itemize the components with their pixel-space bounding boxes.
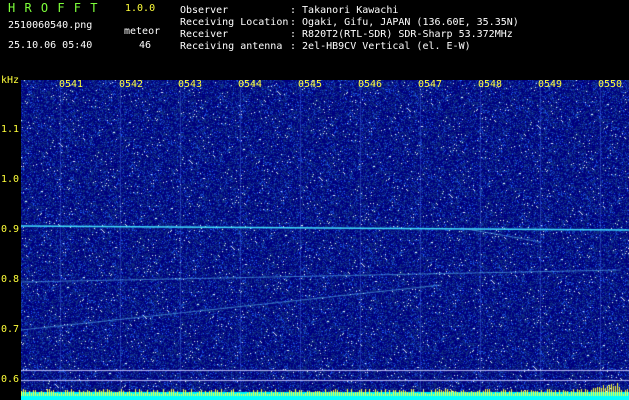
y-tick-label: 1.1 [1,124,20,135]
time-tick-label: 0546 [358,79,383,90]
time-tick-label: 0550 [598,79,623,90]
time-tick-label: 0548 [478,79,503,90]
y-tick-label: 0.8 [1,274,20,285]
time-tick-label: 0547 [418,79,443,90]
location-value: : Ogaki, Gifu, JAPAN (136.60E, 35.35N) [290,17,519,28]
antenna-value: : 2el-HB9CV Vertical (el. E-W) [290,41,471,52]
spectrogram-image [21,80,629,400]
time-tick-label: 0549 [538,79,563,90]
app-title: H R O F F T [8,1,99,15]
y-tick-label: 0.9 [1,224,20,235]
time-tick-label: 0545 [298,79,323,90]
location-label: Receiving Location [180,17,289,28]
file-name: 2510060540.png [8,20,93,31]
y-tick-label: 0.7 [1,324,20,335]
time-tick-label: 0541 [59,79,84,90]
spectrogram-panel [21,80,629,400]
app-version: 1.0.0 [125,3,156,14]
observer-value: : Takanori Kawachi [290,5,399,16]
y-tick-label: 0.6 [1,374,20,385]
time-tick-label: 0543 [178,79,203,90]
meteor-count: 46 [139,40,152,51]
time-tick-label: 0544 [238,79,263,90]
observer-label: Observer [180,5,229,16]
y-tick-label: 1.0 [1,174,20,185]
receiver-label: Receiver [180,29,229,40]
receiver-value: : R820T2(RTL-SDR) SDR-Sharp 53.372MHz [290,29,513,40]
antenna-label: Receiving antenna [180,41,283,52]
time-tick-label: 0542 [119,79,144,90]
meteor-label: meteor [124,26,161,37]
file-datetime: 25.10.06 05:40 [8,40,93,51]
axis-unit-label: kHz [1,75,20,86]
